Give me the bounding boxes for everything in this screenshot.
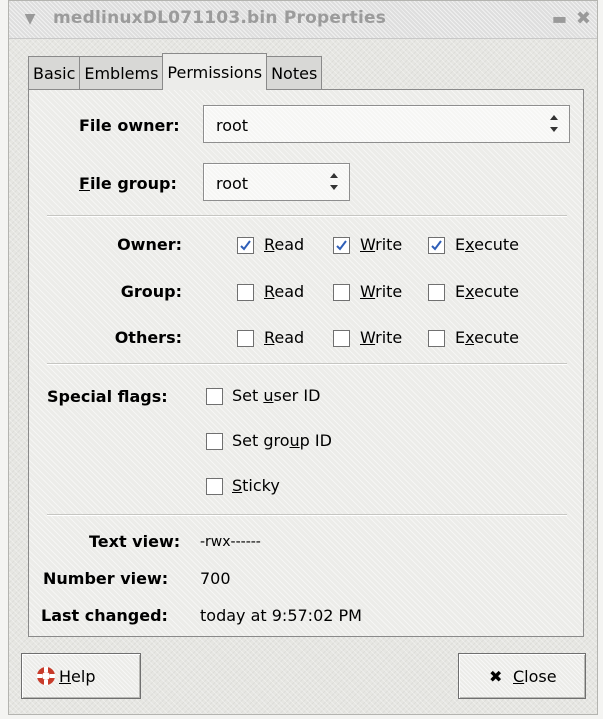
last-changed-value: today at 9:57:02 PM: [200, 606, 362, 625]
group-execute-checkbox[interactable]: [428, 284, 445, 301]
others-read-label[interactable]: Read: [264, 328, 304, 347]
last-changed-label: Last changed:: [41, 606, 168, 625]
sticky-checkbox[interactable]: [206, 478, 223, 495]
separator: [47, 215, 567, 217]
separator: [47, 514, 567, 516]
text-view-label: Text view:: [89, 532, 181, 551]
help-button-label: Help: [59, 667, 96, 686]
group-write-label[interactable]: Write: [360, 282, 402, 301]
properties-dialog: ▼ medlinuxDL071103.bin Properties ▬ ✖ Ba…: [8, 0, 598, 715]
set-group-id-checkbox[interactable]: [206, 433, 223, 450]
lifebuoy-icon: [37, 667, 55, 685]
owner-read-label[interactable]: Read: [264, 235, 304, 254]
file-group-value: root: [216, 174, 249, 193]
file-owner-value: root: [216, 116, 249, 135]
file-group-label: File group:: [79, 174, 177, 193]
combo-arrow-icon: [550, 115, 558, 132]
others-write-checkbox[interactable]: [333, 330, 350, 347]
file-group-combo[interactable]: root: [203, 163, 350, 201]
close-icon[interactable]: ✖: [576, 8, 591, 29]
owner-write-checkbox[interactable]: [333, 237, 350, 254]
chevron-down-icon[interactable]: ▼: [21, 10, 39, 28]
others-write-label[interactable]: Write: [360, 328, 402, 347]
separator: [47, 363, 567, 365]
owner-execute-checkbox[interactable]: [428, 237, 445, 254]
tab-bar: Basic Emblems Permissions Notes: [28, 53, 323, 90]
owner-execute-label[interactable]: Execute: [455, 235, 519, 254]
set-group-id-label[interactable]: Set group ID: [232, 431, 332, 450]
tab-basic[interactable]: Basic: [28, 56, 81, 90]
number-view-value: 700: [200, 569, 231, 588]
title-bar[interactable]: ▼ medlinuxDL071103.bin Properties ▬ ✖: [9, 1, 597, 39]
group-execute-label[interactable]: Execute: [455, 282, 519, 301]
file-owner-combo[interactable]: root: [203, 105, 570, 143]
text-view-value: -rwx------: [200, 534, 261, 550]
permission-row-label: Owner:: [117, 235, 182, 254]
set-user-id-checkbox[interactable]: [206, 388, 223, 405]
number-view-label: Number view:: [43, 569, 169, 588]
group-read-label[interactable]: Read: [264, 282, 304, 301]
help-button[interactable]: Help: [21, 653, 141, 699]
combo-arrow-icon: [330, 173, 338, 190]
file-owner-label: File owner:: [79, 116, 180, 135]
others-read-checkbox[interactable]: [237, 330, 254, 347]
window-title: medlinuxDL071103.bin Properties: [53, 8, 387, 28]
group-read-checkbox[interactable]: [237, 284, 254, 301]
tab-permissions[interactable]: Permissions: [162, 53, 268, 90]
permissions-panel: File owner: root File group: root Owner:…: [28, 89, 584, 637]
minimize-icon[interactable]: ▬: [552, 9, 567, 28]
set-user-id-label[interactable]: Set user ID: [232, 386, 320, 405]
others-execute-label[interactable]: Execute: [455, 328, 519, 347]
checkmark-icon: [240, 240, 251, 251]
others-execute-checkbox[interactable]: [428, 330, 445, 347]
checkmark-icon: [431, 240, 442, 251]
tab-emblems[interactable]: Emblems: [79, 56, 164, 90]
close-button[interactable]: ✖ Close: [458, 653, 586, 699]
close-button-label: Close: [513, 667, 557, 686]
owner-read-checkbox[interactable]: [237, 237, 254, 254]
checkmark-icon: [336, 240, 347, 251]
sticky-label[interactable]: Sticky: [232, 476, 280, 495]
group-write-checkbox[interactable]: [333, 284, 350, 301]
special-flags-label: Special flags:: [47, 387, 168, 406]
tab-notes[interactable]: Notes: [266, 56, 323, 90]
close-x-icon: ✖: [489, 667, 503, 686]
permission-row-label: Group:: [120, 282, 182, 301]
owner-write-label[interactable]: Write: [360, 235, 402, 254]
permission-row-label: Others:: [114, 328, 182, 347]
